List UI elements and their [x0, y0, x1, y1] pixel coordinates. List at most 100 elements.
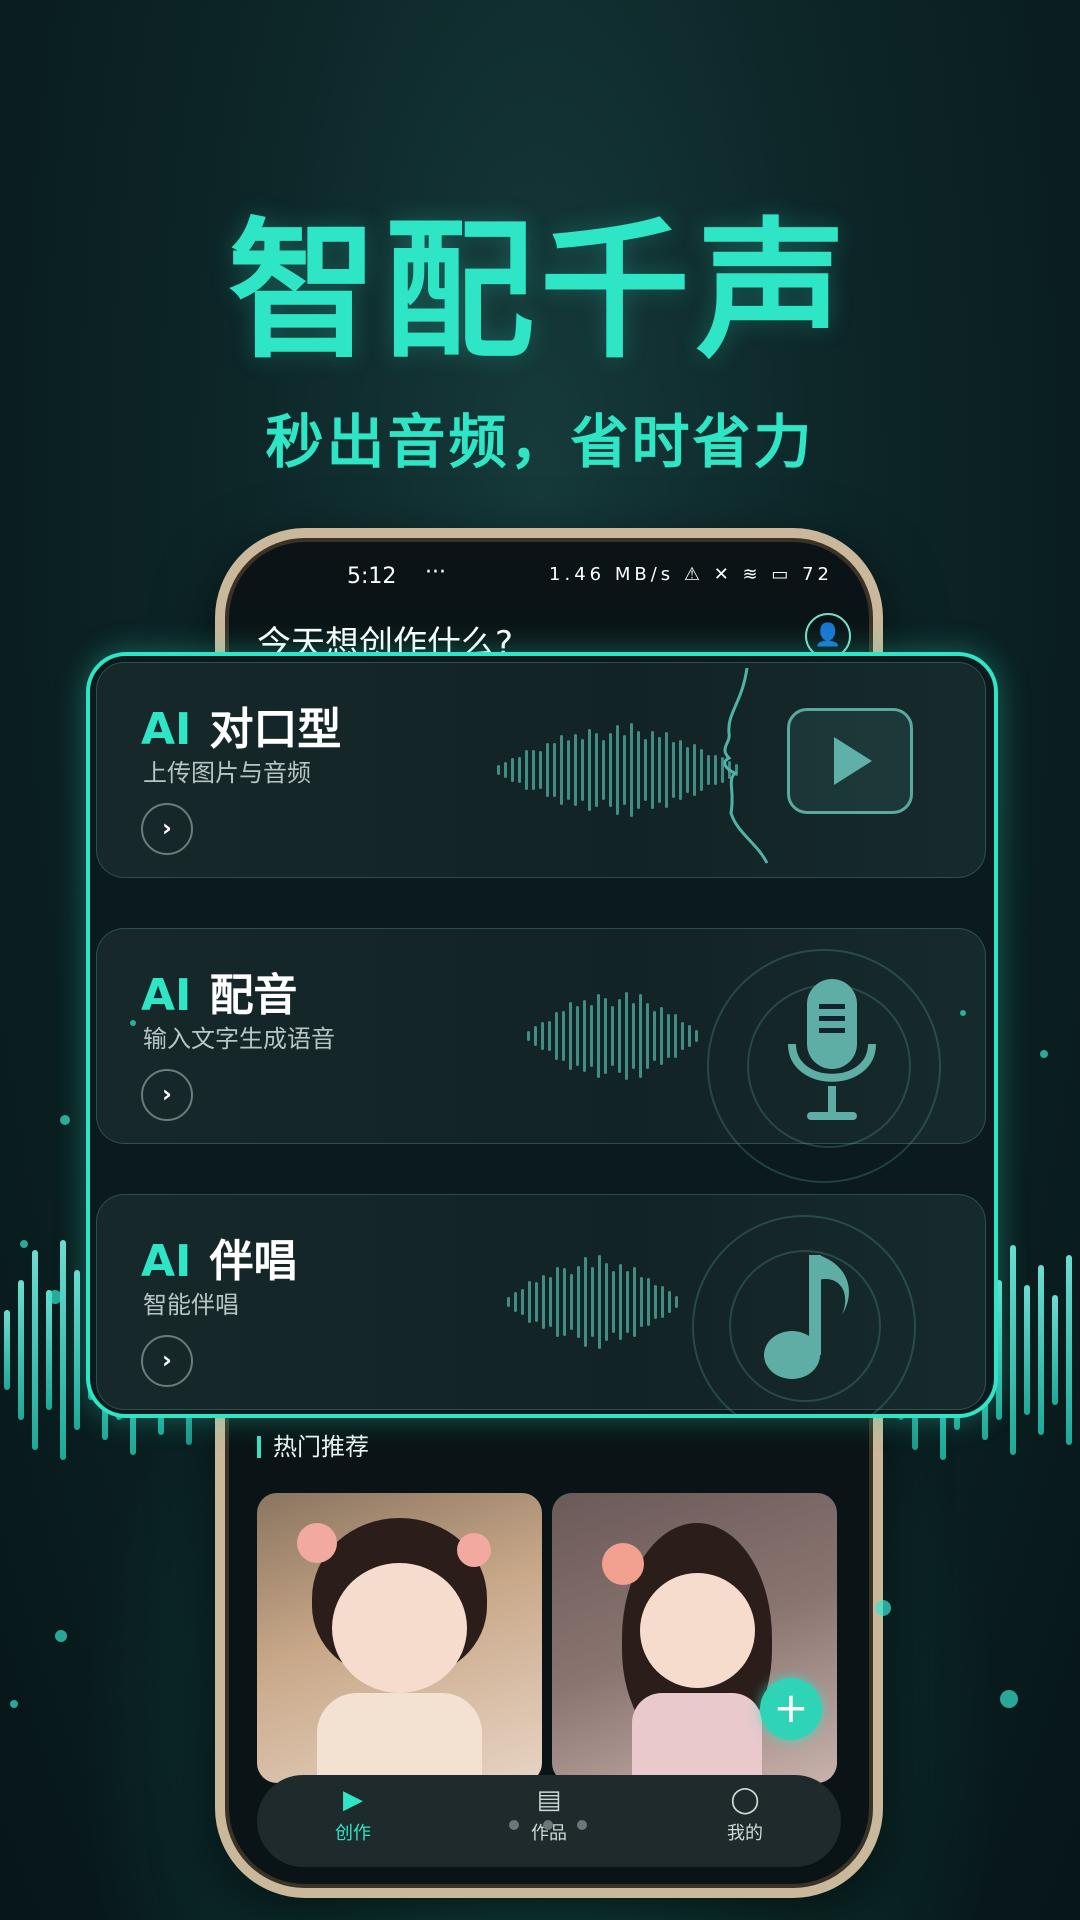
- sound-bar: [1038, 1265, 1044, 1435]
- waveform-bar: [605, 1263, 608, 1341]
- card-title-text: 对口型: [209, 704, 342, 755]
- waveform-bar: [504, 762, 507, 778]
- waveform-bar: [563, 1267, 566, 1336]
- waveform-bar: [640, 1277, 643, 1327]
- waveform-bar: [602, 740, 605, 800]
- waveform-bar: [693, 743, 696, 797]
- sparkle-dot: [55, 1630, 67, 1642]
- sound-bar: [1066, 1255, 1072, 1445]
- sound-bar: [1010, 1245, 1016, 1455]
- subheadline: 秒出音频，省时省力: [265, 408, 815, 476]
- play-icon: [787, 708, 913, 814]
- play-square-icon: ▶: [343, 1785, 363, 1815]
- status-more: ···: [425, 560, 446, 585]
- waveform-bar: [588, 729, 591, 811]
- waveform-bar: [672, 741, 675, 799]
- sparkle-dot: [1000, 1690, 1018, 1708]
- tab-create[interactable]: ▶ 创作: [293, 1785, 413, 1845]
- waveform-bar: [626, 1270, 629, 1334]
- sound-bar: [32, 1250, 38, 1450]
- waveform-bar: [527, 1031, 530, 1041]
- status-bar: 5:12 ··· 1.46 MB/s ⚠ ✕ ≋ ▭ 72: [225, 558, 873, 598]
- tab-mine[interactable]: ◯ 我的: [685, 1785, 805, 1845]
- microphone-icon: [788, 979, 876, 1120]
- waveform-bar: [546, 742, 549, 798]
- waveform-bar: [681, 1021, 684, 1051]
- chevron-right-icon[interactable]: ›: [141, 1069, 193, 1121]
- tab-create-label: 创作: [335, 1823, 371, 1844]
- recommend-item-1[interactable]: [257, 1493, 542, 1783]
- status-time: 5:12: [347, 564, 397, 589]
- waveform-bar: [562, 1011, 565, 1061]
- card-title: AI 伴唱: [141, 1225, 297, 1289]
- waveform-bar: [532, 749, 535, 791]
- tab-mine-label: 我的: [727, 1823, 763, 1844]
- chevron-right-icon[interactable]: ›: [141, 1335, 193, 1387]
- sound-bar: [18, 1280, 24, 1420]
- waveform-bar: [497, 765, 500, 775]
- sparkle-dot: [875, 1600, 891, 1616]
- waveform-bar: [651, 731, 654, 809]
- waveform-bar: [581, 739, 584, 801]
- waveform-bar: [625, 992, 628, 1080]
- sparkle-dot: [1040, 1050, 1048, 1058]
- waveform-bar: [576, 1006, 579, 1066]
- card-title: AI 对口型: [141, 693, 341, 757]
- waveform-bar: [667, 1013, 670, 1059]
- waveform-bar: [679, 740, 682, 800]
- waveform-bar: [616, 725, 619, 815]
- waveform-bar: [695, 1029, 698, 1043]
- waveform-bar: [528, 1281, 531, 1323]
- card-subtitle: 上传图片与音频: [143, 759, 311, 787]
- sparkle-dot: [960, 1010, 966, 1016]
- card-title-text: 配音: [209, 970, 298, 1021]
- ai-label: AI: [141, 1236, 192, 1287]
- card-title-text: 伴唱: [209, 1236, 298, 1287]
- sparkle-dot: [48, 1290, 62, 1304]
- waveform-bar: [574, 734, 577, 806]
- waveform-bar: [674, 1013, 677, 1058]
- waveform-bar: [644, 739, 647, 801]
- page-indicator: [497, 1815, 599, 1834]
- waveform-bar: [660, 1007, 663, 1065]
- waveform-bar: [653, 1011, 656, 1061]
- waveform-bar: [518, 756, 521, 784]
- waveform-bar: [542, 1275, 545, 1329]
- waveform-bar: [632, 1003, 635, 1069]
- waveform-bar: [618, 998, 621, 1074]
- ai-label: AI: [141, 970, 192, 1021]
- card-subtitle: 输入文字生成语音: [143, 1025, 335, 1053]
- waveform-bar: [555, 1012, 558, 1060]
- waveform-bar: [535, 1281, 538, 1323]
- waveform-bar: [541, 1022, 544, 1050]
- waveform-bar: [604, 997, 607, 1075]
- sound-bar: [1052, 1295, 1058, 1405]
- user-icon: ◯: [730, 1785, 760, 1815]
- sparkle-dot: [10, 1700, 18, 1708]
- ai-label: AI: [141, 704, 192, 755]
- waveform-bar: [595, 732, 598, 808]
- card-title: AI 配音: [141, 959, 297, 1023]
- waveform-bar: [611, 1006, 614, 1066]
- waveform-bar: [700, 749, 703, 791]
- headline: 智配千声: [227, 205, 852, 379]
- waveform-bar: [633, 1267, 636, 1337]
- waveform-bar: [569, 1002, 572, 1070]
- waveform-bar: [637, 731, 640, 809]
- card-dubbing[interactable]: AI 配音 输入文字生成语音 ›: [96, 928, 986, 1183]
- waveform-bar: [658, 737, 661, 803]
- card-lip-sync[interactable]: AI 对口型 上传图片与音频 ›: [96, 662, 986, 878]
- bottom-tab-bar: ▶ 创作 ▤ 作品 ◯ 我的: [257, 1775, 841, 1867]
- chevron-right-icon[interactable]: ›: [141, 803, 193, 855]
- sound-bar: [74, 1270, 80, 1430]
- waveform-bar: [647, 1277, 650, 1327]
- waveform-bar: [612, 1271, 615, 1333]
- sparkle-dot: [20, 1240, 28, 1248]
- feature-panel: AI 对口型 上传图片与音频 › AI 配音 输入文字生成语音 › AI 伴唱 智能伴…: [86, 652, 998, 1418]
- waveform-bar: [583, 999, 586, 1073]
- sound-bar: [60, 1240, 66, 1460]
- waveform-bar: [567, 740, 570, 800]
- card-accompaniment[interactable]: AI 伴唱 智能伴唱 ›: [96, 1194, 986, 1414]
- card-subtitle: 智能伴唱: [143, 1291, 239, 1319]
- add-button[interactable]: +: [760, 1678, 822, 1740]
